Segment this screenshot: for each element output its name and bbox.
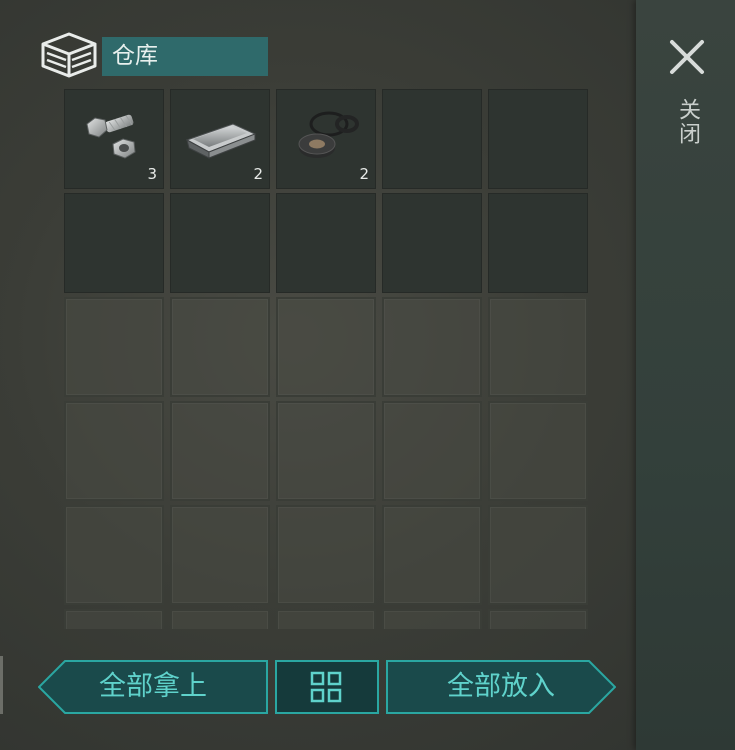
inventory-slot-27[interactable] [170,609,270,629]
rubber-seal-icon [298,111,359,158]
close-label[interactable]: 关闭 [674,98,700,146]
item-quantity: 3 [147,165,157,183]
inventory-slot-10[interactable] [488,193,588,293]
inventory-slot-30[interactable] [488,609,588,629]
inventory-slot-7[interactable] [170,193,270,293]
sort-button[interactable] [275,660,379,714]
inventory-slot-26[interactable] [64,609,164,629]
inventory-slot-16[interactable] [64,401,164,501]
inventory-slot-23[interactable] [276,505,376,605]
inventory-slot-8[interactable] [276,193,376,293]
storage-box-icon [40,32,98,78]
inventory-slot-9[interactable] [382,193,482,293]
inventory-slot-6[interactable] [64,193,164,293]
inventory-slot-4[interactable] [382,89,482,189]
close-button[interactable] [668,38,706,76]
put-all-label: 全部放入 [447,671,555,702]
take-all-label: 全部拿上 [99,671,207,702]
inventory-slot-18[interactable] [276,401,376,501]
inventory-slot-12[interactable] [170,297,270,397]
take-all-button[interactable]: 全部拿上 [38,660,268,714]
inventory-slot-25[interactable] [488,505,588,605]
inventory-slot-22[interactable] [170,505,270,605]
bolt-nut-icon [86,114,136,159]
put-all-button[interactable]: 全部放入 [386,660,616,714]
inventory-slot-29[interactable] [382,609,482,629]
storage-title: 仓库 [102,37,268,76]
item-quantity: 2 [253,165,263,183]
inventory-slot-3[interactable]: 2 [276,89,376,189]
inventory-slot-5[interactable] [488,89,588,189]
inventory-slot-15[interactable] [488,297,588,397]
inventory-slot-24[interactable] [382,505,482,605]
inventory-slot-2[interactable]: 2 [170,89,270,189]
left-edge-tab [0,656,3,714]
inventory-slot-21[interactable] [64,505,164,605]
sort-grid-icon [310,671,342,703]
inventory-grid: 3 2 2 [64,89,590,629]
inventory-slot-11[interactable] [64,297,164,397]
metal-ingot-icon [185,123,257,159]
inventory-slot-20[interactable] [488,401,588,501]
inventory-slot-14[interactable] [382,297,482,397]
item-quantity: 2 [359,165,369,183]
close-icon [670,40,704,74]
inventory-slot-13[interactable] [276,297,376,397]
inventory-slot-1[interactable]: 3 [64,89,164,189]
inventory-slot-28[interactable] [276,609,376,629]
inventory-slot-19[interactable] [382,401,482,501]
inventory-slot-17[interactable] [170,401,270,501]
